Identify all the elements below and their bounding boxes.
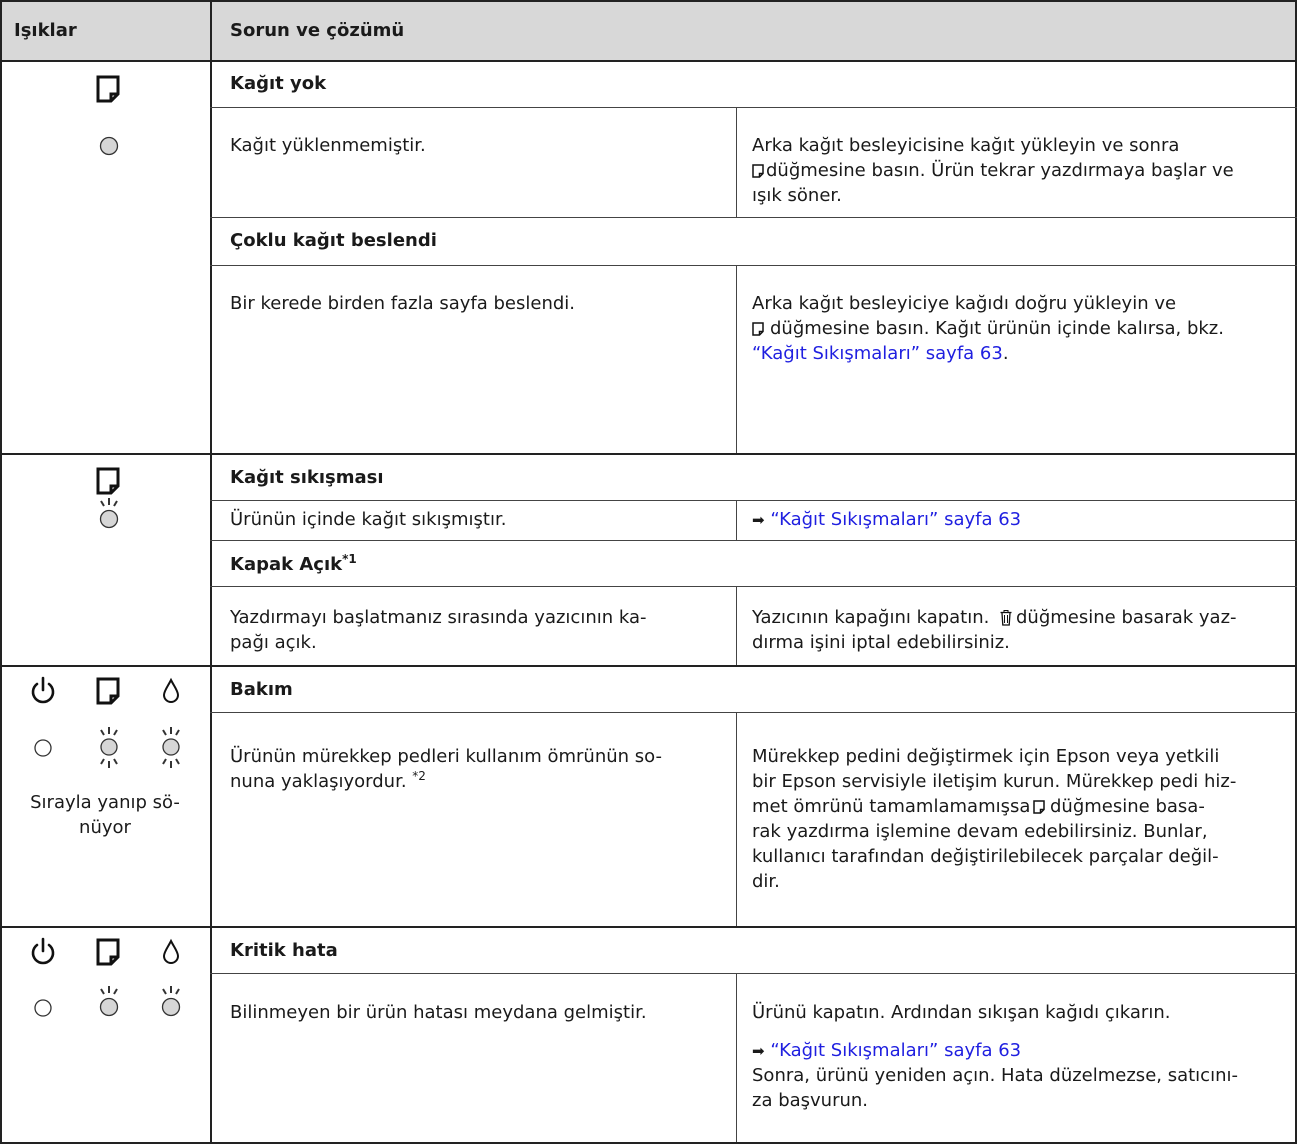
link-paper-jams[interactable]: “Kağıt Sıkışmaları” sayfa 63 [770, 509, 1021, 530]
solution-multi-feed-l2: düğmesine basın. Kağıt ürünün içinde kal… [770, 318, 1224, 339]
led-alternating-icon [100, 727, 118, 768]
solution-maintenance-l1: Mürekkep pedini değiştirmek için Epson v… [752, 746, 1220, 767]
table-border-top [0, 0, 1297, 2]
subrow-divider [210, 500, 1297, 501]
header-divider [0, 60, 1297, 62]
solution-maintenance-l2: bir Epson servisiyle iletişim kurun. Mür… [752, 771, 1237, 792]
cell-divider [736, 586, 737, 665]
solution-maintenance-l3b: düğmesine basa- [1050, 796, 1205, 817]
row-divider [0, 665, 1297, 667]
problem-cover-open-l1: Yazdırmayı başlatmanız sırasında yazıcın… [230, 607, 647, 628]
subrow-divider [210, 712, 1297, 713]
paper-icon [96, 938, 120, 966]
paper-icon [752, 164, 764, 178]
trash-icon [1000, 610, 1012, 626]
row-title-paper-jam: Kağıt sıkışması [230, 467, 384, 488]
table-border-left [0, 0, 2, 1144]
cell-divider [736, 265, 737, 453]
table-header [0, 0, 1297, 60]
led-alternating-icon [162, 727, 180, 768]
lights-caption-l2: nüyor [79, 817, 131, 838]
led-off-icon [34, 739, 52, 757]
row-title-paper-out: Kağıt yok [230, 73, 327, 94]
led-off-icon [34, 999, 52, 1017]
subrow-divider [210, 265, 1297, 266]
solution-critical-l1: Ürünü kapatın. Ardından sıkışan kağıdı ç… [752, 1002, 1171, 1023]
paper-icon [1033, 800, 1045, 814]
paper-icon [96, 677, 120, 705]
ink-drop-icon [162, 938, 180, 964]
solution-paper-out-l3: ışık söner. [752, 185, 842, 206]
footnote-ref: *1 [342, 552, 357, 566]
problem-paper-out: Kağıt yüklenmemiştir. [230, 135, 426, 156]
solution-cover-open-l1a: Yazıcının kapağını kapatın. [752, 607, 990, 628]
cell-divider [736, 500, 737, 540]
cover-open-title: Kapak Açık [230, 554, 343, 575]
solution-maintenance-l5: kullanıcı tarafından değiştirilebilecek … [752, 846, 1219, 867]
subrow-divider [210, 107, 1297, 108]
subrow-divider [210, 217, 1297, 218]
solution-paper-out-l1: Arka kağıt besleyicisine kağıt yükleyin … [752, 135, 1180, 156]
footnote-ref: *2 [412, 769, 426, 783]
row-title-critical: Kritik hata [230, 940, 338, 961]
row-divider [0, 453, 1297, 455]
solution-paper-out-l2: düğmesine basın. Ürün tekrar yazdırmaya … [766, 160, 1234, 181]
row-title-cover-open: Kapak Açık*1 [230, 551, 357, 579]
problem-cover-open-l2: pağı açık. [230, 632, 317, 653]
row-divider [0, 926, 1297, 928]
problem-maintenance-l2: nuna yaklaşıyordur. *2 [230, 768, 426, 796]
link-suffix: . [1002, 343, 1009, 364]
solution-maintenance-l6: dir. [752, 871, 780, 892]
cell-divider [736, 712, 737, 926]
link-paper-jams[interactable]: “Kağıt Sıkışmaları” sayfa 63 [770, 1040, 1021, 1061]
link-paper-jams[interactable]: “Kağıt Sıkışmaları” sayfa 63 [752, 343, 1003, 364]
solution-critical-l2: Sonra, ürünü yeniden açın. Hata düzelmez… [752, 1065, 1238, 1086]
arrow-right-icon: ➡ [752, 1042, 765, 1060]
cell-divider [736, 107, 737, 217]
subrow-divider [210, 973, 1297, 974]
lights-caption-l1: Sırayla yanıp sö- [30, 792, 180, 813]
solution-multi-feed-l1: Arka kağıt besleyiciye kağıdı doğru yükl… [752, 293, 1177, 314]
led-blinking-icon [161, 986, 181, 1017]
solution-cover-open-l2: dırma işini iptal edebilirsiniz. [752, 632, 1010, 653]
solution-maintenance-l4: rak yazdırma işlemine devam edebilirsini… [752, 821, 1208, 842]
power-icon [31, 937, 55, 965]
row-title-multi-feed: Çoklu kağıt beslendi [230, 230, 437, 251]
ink-drop-icon [162, 677, 180, 703]
solution-paper-jam: ➡ “Kağıt Sıkışmaları” sayfa 63 [752, 506, 1021, 534]
problem-multi-feed: Bir kerede birden fazla sayfa beslendi. [230, 293, 575, 314]
led-off-icon [99, 136, 119, 156]
solution-multi-feed-line3: “Kağıt Sıkışmaları” sayfa 63. [752, 340, 1009, 368]
header-problem: Sorun ve çözümü [230, 20, 405, 41]
solution-critical-link-line: ➡ “Kağıt Sıkışmaları” sayfa 63 [752, 1037, 1021, 1065]
solution-critical-l3: za başvurun. [752, 1090, 869, 1111]
subrow-divider [210, 540, 1297, 541]
subrow-divider [210, 586, 1297, 587]
solution-maintenance-l3a: met ömrünü tamamlamamışsa [752, 796, 1031, 817]
cell-divider [736, 973, 737, 1142]
row-title-maintenance: Bakım [230, 679, 293, 700]
problem-maintenance-l1: Ürünün mürekkep pedleri kullanım ömrünün… [230, 746, 662, 767]
problem-paper-jam: Ürünün içinde kağıt sıkışmıştır. [230, 509, 507, 530]
paper-icon [96, 75, 120, 103]
paper-icon [752, 322, 764, 336]
header-lights: Işıklar [14, 20, 77, 41]
power-icon [31, 676, 55, 704]
led-blinking-icon [99, 986, 119, 1017]
paper-icon [96, 467, 120, 495]
problem-critical: Bilinmeyen bir ürün hatası meydana gelmi… [230, 1002, 647, 1023]
problem-maintenance-text: nuna yaklaşıyordur. [230, 771, 407, 792]
led-blinking-icon [99, 498, 119, 529]
arrow-right-icon: ➡ [752, 511, 765, 529]
solution-cover-open-l1b: düğmesine basarak yaz- [1016, 607, 1237, 628]
